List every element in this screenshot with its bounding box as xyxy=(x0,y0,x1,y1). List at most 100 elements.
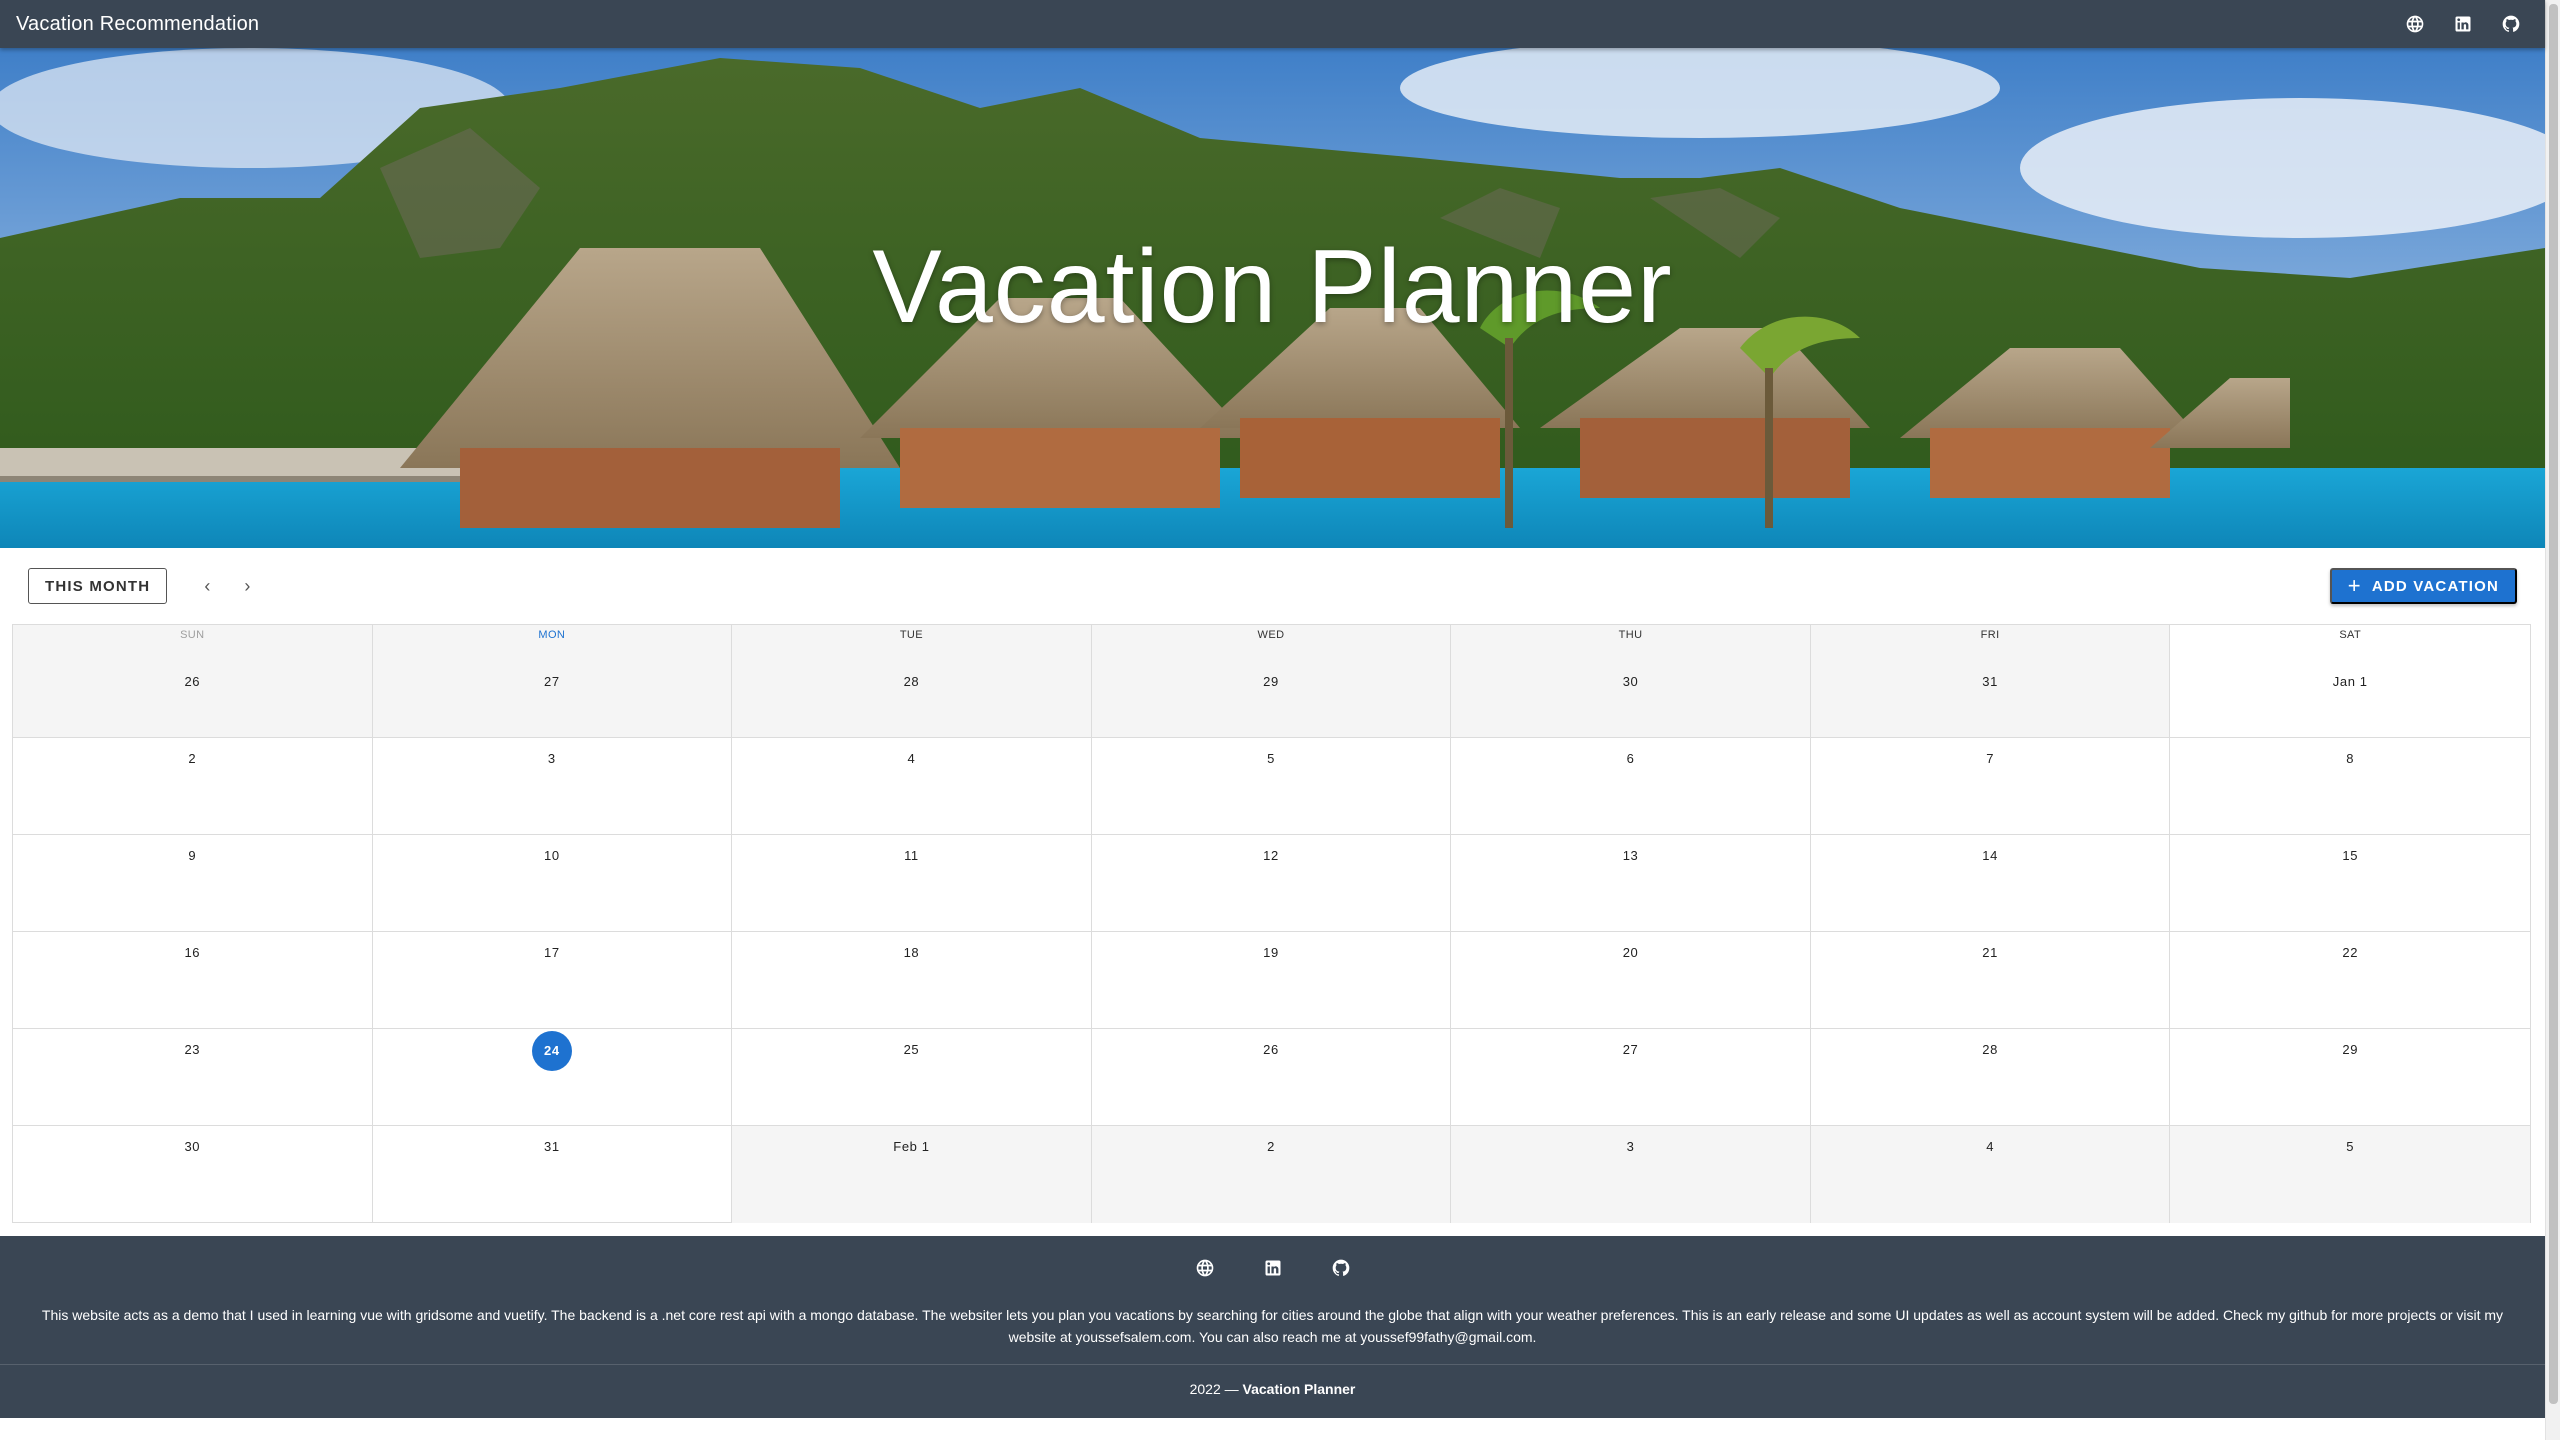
day-number[interactable]: 12 xyxy=(1260,845,1282,867)
calendar-day-cell[interactable]: 20 xyxy=(1451,932,1811,1029)
day-number[interactable]: 6 xyxy=(1620,748,1642,770)
day-number[interactable]: 26 xyxy=(181,671,203,693)
calendar-day-cell[interactable]: THU 30 xyxy=(1451,625,1811,738)
calendar-day-cell[interactable]: 7 xyxy=(1810,738,2171,835)
calendar-day-cell[interactable]: FRI 31 xyxy=(1810,625,2171,738)
day-number[interactable]: 4 xyxy=(1979,1136,2001,1158)
footer-divider xyxy=(0,1364,2545,1365)
day-number[interactable]: 15 xyxy=(2339,845,2361,867)
day-number[interactable]: 10 xyxy=(541,845,563,867)
day-number[interactable]: 2 xyxy=(1260,1136,1282,1158)
chevron-right-icon[interactable]: › xyxy=(233,572,261,600)
calendar-day-cell[interactable]: 10 xyxy=(372,835,733,932)
globe-icon[interactable] xyxy=(1195,1258,1215,1278)
day-number[interactable]: 30 xyxy=(1620,671,1642,693)
calendar-day-cell[interactable]: TUE 28 xyxy=(732,625,1092,738)
hero-banner: Vacation Planner xyxy=(0,48,2545,548)
today-day-number[interactable]: 24 xyxy=(531,1031,572,1071)
day-number[interactable]: 27 xyxy=(541,671,563,693)
page-scrollbar[interactable] xyxy=(2545,0,2560,1440)
calendar-day-cell[interactable]: 19 xyxy=(1091,932,1452,1029)
day-number[interactable]: 29 xyxy=(1260,671,1282,693)
calendar-day-cell[interactable]: SAT Jan 1 xyxy=(2170,625,2530,738)
linkedin-icon[interactable] xyxy=(2453,14,2473,34)
day-number[interactable]: 9 xyxy=(181,845,203,867)
day-number[interactable]: Jan 1 xyxy=(2333,671,2368,693)
day-number[interactable]: 26 xyxy=(1260,1039,1282,1061)
day-number[interactable]: 28 xyxy=(900,671,922,693)
calendar-day-cell[interactable]: 8 xyxy=(2170,738,2530,835)
page: Vacation Recommendation Vacation Planner… xyxy=(0,0,2560,1440)
day-number[interactable]: 3 xyxy=(541,748,563,770)
day-number[interactable]: 5 xyxy=(1260,748,1282,770)
day-number[interactable]: 7 xyxy=(1979,748,2001,770)
calendar-day-cell[interactable]: 13 xyxy=(1451,835,1811,932)
day-number[interactable]: 8 xyxy=(2339,748,2361,770)
day-number[interactable]: 21 xyxy=(1979,942,2001,964)
calendar-day-cell[interactable]: 30 xyxy=(13,1126,373,1223)
day-number[interactable]: 29 xyxy=(2339,1039,2361,1061)
calendar-day-cell[interactable]: 11 xyxy=(732,835,1092,932)
calendar-day-cell[interactable]: 21 xyxy=(1810,932,2171,1029)
day-number[interactable]: 20 xyxy=(1620,942,1642,964)
day-number[interactable]: 5 xyxy=(2339,1136,2361,1158)
day-number[interactable]: 23 xyxy=(181,1039,203,1061)
day-number[interactable]: 3 xyxy=(1620,1136,1642,1158)
day-number[interactable]: 25 xyxy=(900,1039,922,1061)
linkedin-icon[interactable] xyxy=(1263,1258,1283,1278)
calendar-day-cell[interactable]: WED 29 xyxy=(1091,625,1452,738)
day-number[interactable]: 27 xyxy=(1620,1039,1642,1061)
calendar-day-cell[interactable]: 31 xyxy=(373,1126,733,1223)
day-number[interactable]: 22 xyxy=(2339,942,2361,964)
calendar-day-cell[interactable]: 12 xyxy=(1091,835,1452,932)
calendar-day-cell[interactable]: 2 xyxy=(13,738,373,835)
calendar-day-cell[interactable]: 16 xyxy=(13,932,373,1029)
calendar-day-cell[interactable]: SUN 26 xyxy=(13,625,373,738)
calendar-day-cell[interactable]: 27 xyxy=(1451,1029,1811,1126)
calendar-day-cell[interactable]: 4 xyxy=(1810,1126,2171,1223)
calendar-day-cell[interactable]: 6 xyxy=(1451,738,1811,835)
calendar-day-cell[interactable]: 9 xyxy=(13,835,373,932)
day-number[interactable]: Feb 1 xyxy=(893,1136,929,1158)
day-number[interactable]: 2 xyxy=(181,748,203,770)
calendar-day-cell[interactable]: 4 xyxy=(732,738,1092,835)
chevron-left-icon[interactable]: ‹ xyxy=(193,572,221,600)
calendar-day-cell[interactable]: 18 xyxy=(732,932,1092,1029)
add-vacation-button[interactable]: + ADD VACATION xyxy=(2329,568,2517,604)
calendar-day-cell[interactable]: 2 xyxy=(1091,1126,1452,1223)
this-month-button[interactable]: THIS MONTH xyxy=(28,568,168,604)
calendar-day-cell[interactable]: 5 xyxy=(2170,1126,2530,1223)
day-number[interactable]: 14 xyxy=(1979,845,2001,867)
calendar-day-cell[interactable]: 25 xyxy=(732,1029,1092,1126)
day-number[interactable]: 16 xyxy=(181,942,203,964)
day-number[interactable]: 19 xyxy=(1260,942,1282,964)
calendar-day-cell[interactable]: 3 xyxy=(1451,1126,1811,1223)
day-number[interactable]: 18 xyxy=(900,942,922,964)
day-number[interactable]: 28 xyxy=(1979,1039,2001,1061)
day-number[interactable]: 30 xyxy=(181,1136,203,1158)
calendar-day-cell[interactable]: 29 xyxy=(2170,1029,2530,1126)
day-number[interactable]: 4 xyxy=(900,748,922,770)
app-title: Vacation Recommendation xyxy=(16,12,260,35)
calendar-day-cell[interactable]: 3 xyxy=(372,738,733,835)
day-number[interactable]: 13 xyxy=(1620,845,1642,867)
calendar-day-cell[interactable]: 17 xyxy=(372,932,733,1029)
calendar-day-cell[interactable]: 24 xyxy=(372,1029,733,1126)
calendar-day-cell[interactable]: MON 27 xyxy=(372,625,733,738)
day-number[interactable]: 31 xyxy=(541,1136,563,1158)
day-number[interactable]: 11 xyxy=(900,845,922,867)
calendar-day-cell[interactable]: 15 xyxy=(2170,835,2530,932)
globe-icon[interactable] xyxy=(2405,14,2425,34)
day-number[interactable]: 31 xyxy=(1979,671,2001,693)
calendar-day-cell[interactable]: 23 xyxy=(13,1029,373,1126)
calendar-day-cell[interactable]: 28 xyxy=(1810,1029,2171,1126)
calendar-day-cell[interactable]: Feb 1 xyxy=(732,1126,1092,1223)
calendar-day-cell[interactable]: 5 xyxy=(1091,738,1452,835)
calendar-day-cell[interactable]: 22 xyxy=(2170,932,2530,1029)
github-icon[interactable] xyxy=(1331,1258,1351,1278)
day-number[interactable]: 17 xyxy=(541,942,563,964)
calendar-day-cell[interactable]: 26 xyxy=(1091,1029,1452,1126)
github-icon[interactable] xyxy=(2501,14,2521,34)
calendar-day-cell[interactable]: 14 xyxy=(1810,835,2171,932)
scrollbar-thumb[interactable] xyxy=(2549,4,2558,1404)
